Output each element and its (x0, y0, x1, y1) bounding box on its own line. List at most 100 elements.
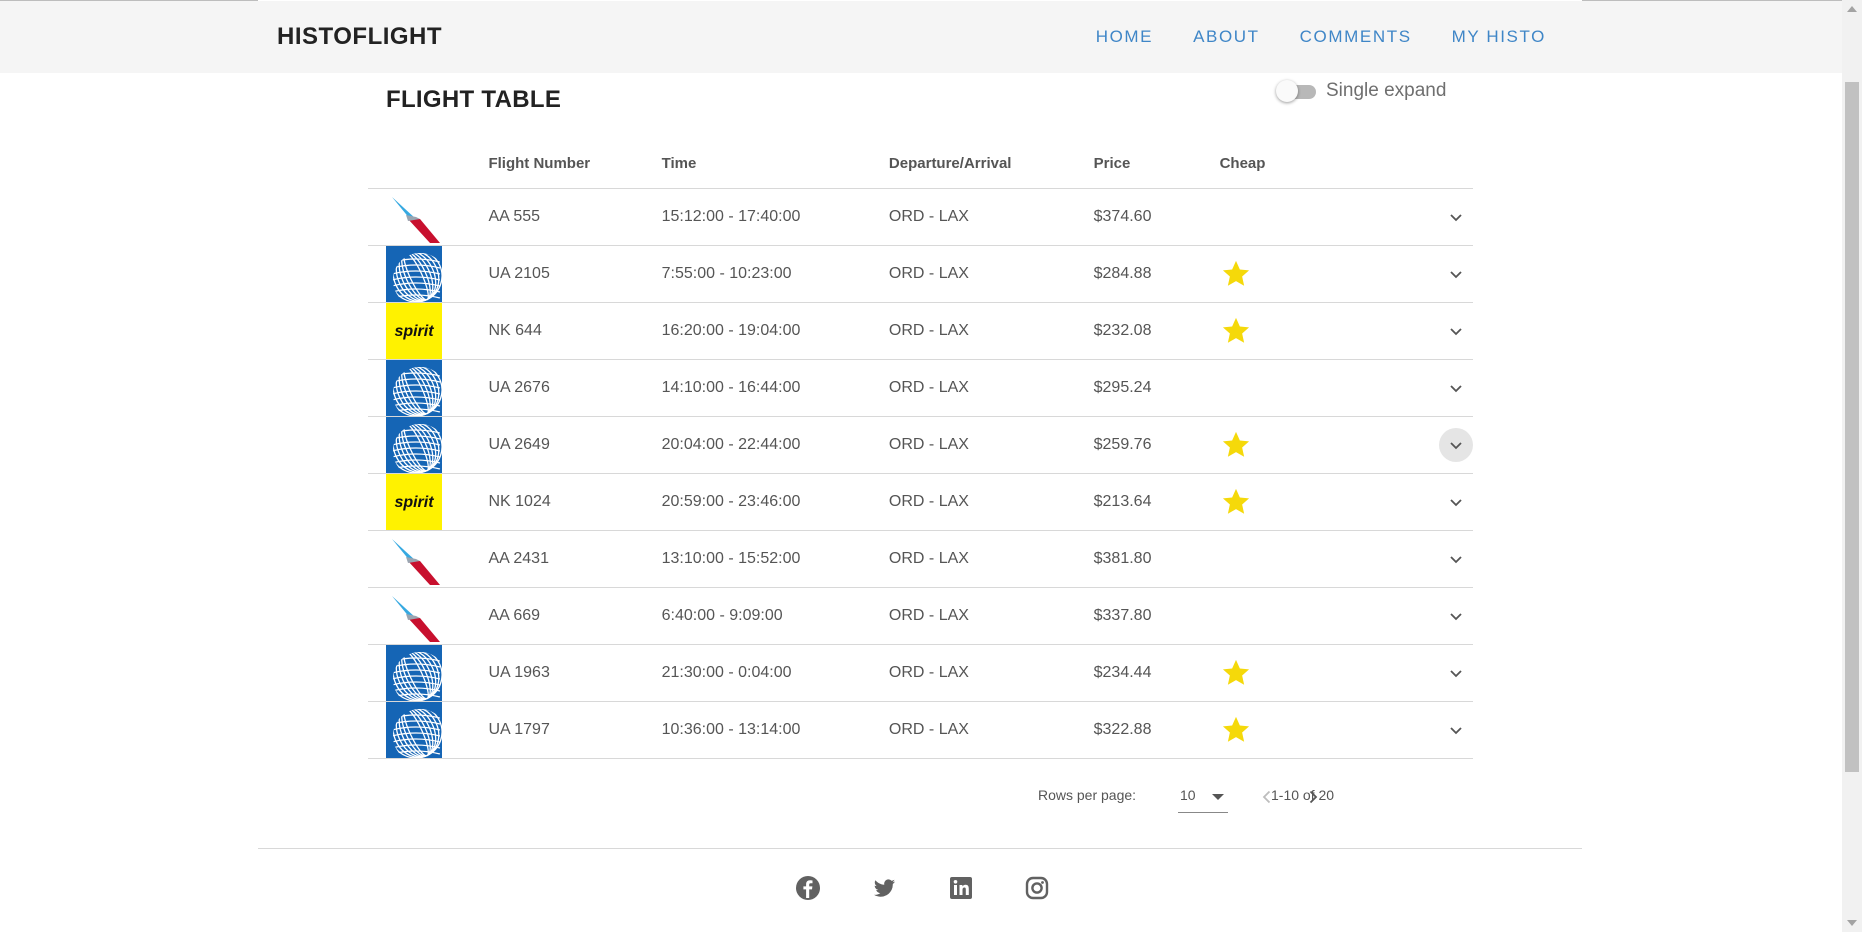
flight-number-cell: NK 1024 (488, 473, 662, 531)
table-row[interactable]: UA 2105 7:55:00 - 10:23:00 ORD - LAX $28… (368, 245, 1473, 303)
single-expand-toggle[interactable]: Single expand (1276, 80, 1456, 104)
expand-row-button[interactable] (1439, 257, 1473, 291)
expand-row-button[interactable] (1439, 485, 1473, 519)
toggle-knob (1276, 80, 1298, 102)
chevron-down-icon (1450, 670, 1462, 678)
scroll-down-icon[interactable] (1847, 920, 1857, 926)
expand-cell (1319, 530, 1473, 588)
route-cell: ORD - LAX (888, 587, 1094, 645)
column-header-logo (368, 138, 489, 189)
scroll-up-icon[interactable] (1847, 6, 1857, 12)
expand-cell (1319, 359, 1473, 417)
airline-logo-cell (368, 416, 489, 474)
route-cell: ORD - LAX (888, 188, 1094, 246)
table-row[interactable]: UA 2649 20:04:00 - 22:44:00 ORD - LAX $2… (368, 416, 1473, 474)
price-cell: $374.60 (1093, 188, 1220, 246)
time-cell: 16:20:00 - 19:04:00 (661, 302, 889, 360)
expand-row-button[interactable] (1439, 314, 1473, 348)
airline-logo-cell (368, 530, 489, 588)
price-cell: $284.88 (1093, 245, 1220, 303)
rows-per-page-select[interactable]: 10 (1178, 784, 1228, 813)
price-cell: $232.08 (1093, 302, 1220, 360)
main-nav: HOME ABOUT COMMENTS MY HISTO (1056, 27, 1546, 47)
chevron-down-icon (1450, 442, 1462, 450)
table-row[interactable]: UA 1797 10:36:00 - 13:14:00 ORD - LAX $3… (368, 701, 1473, 759)
expand-row-button[interactable] (1439, 713, 1473, 747)
airline-logo (386, 189, 442, 245)
airline-logo (386, 702, 442, 758)
nav-my-histo[interactable]: MY HISTO (1452, 27, 1546, 47)
rows-per-page-value: 10 (1180, 787, 1196, 803)
table-row[interactable]: spirit NK 644 16:20:00 - 19:04:00 ORD - … (368, 302, 1473, 360)
cheap-cell (1219, 644, 1319, 702)
expand-cell (1319, 188, 1473, 246)
facebook-link[interactable] (794, 874, 822, 902)
linkedin-icon (950, 877, 972, 899)
united-airlines-logo (386, 246, 442, 302)
column-header-price[interactable]: Price (1093, 138, 1220, 189)
column-header-cheap[interactable]: Cheap (1219, 138, 1319, 189)
nav-about[interactable]: ABOUT (1193, 27, 1260, 47)
rows-per-page-label: Rows per page: (1038, 787, 1137, 803)
star-icon (1222, 317, 1249, 343)
chevron-right-icon (1309, 790, 1318, 804)
cheap-cell (1219, 587, 1319, 645)
flight-number-cell: UA 1797 (488, 701, 662, 759)
table-row[interactable]: AA 2431 13:10:00 - 15:52:00 ORD - LAX $3… (368, 530, 1473, 588)
expand-row-button[interactable] (1439, 599, 1473, 633)
cheap-cell (1219, 416, 1319, 474)
nav-home[interactable]: HOME (1096, 27, 1153, 47)
page-scrollbar[interactable] (1842, 0, 1862, 932)
instagram-link[interactable] (1023, 874, 1051, 902)
expand-row-button[interactable] (1439, 371, 1473, 405)
cheap-cell (1219, 188, 1319, 246)
airline-logo-cell (368, 245, 489, 303)
chevron-down-icon (1450, 214, 1462, 222)
time-cell: 7:55:00 - 10:23:00 (661, 245, 889, 303)
price-cell: $337.80 (1093, 587, 1220, 645)
airline-logo: spirit (386, 474, 442, 530)
united-airlines-logo (386, 417, 442, 473)
table-row[interactable]: UA 1963 21:30:00 - 0:04:00 ORD - LAX $23… (368, 644, 1473, 702)
column-header-departure-arrival[interactable]: Departure/Arrival (888, 138, 1094, 189)
brand-logo[interactable]: HISTOFLIGHT (277, 23, 442, 51)
nav-comments[interactable]: COMMENTS (1300, 27, 1412, 47)
airline-logo-cell (368, 587, 489, 645)
linkedin-link[interactable] (947, 874, 975, 902)
scrollbar-thumb[interactable] (1845, 82, 1859, 772)
page-container: HISTOFLIGHT HOME ABOUT COMMENTS MY HISTO… (258, 0, 1582, 932)
expand-cell (1319, 416, 1473, 474)
time-cell: 13:10:00 - 15:52:00 (661, 530, 889, 588)
star-icon (1222, 659, 1249, 685)
expand-cell (1319, 701, 1473, 759)
column-header-time[interactable]: Time (661, 138, 889, 189)
star-icon (1222, 260, 1249, 286)
cheap-cell (1219, 245, 1319, 303)
airline-logo (386, 360, 442, 416)
expand-row-button[interactable] (1439, 656, 1473, 690)
expand-row-button[interactable] (1439, 200, 1473, 234)
airline-logo-cell (368, 359, 489, 417)
twitter-icon (874, 879, 895, 897)
cheap-cell (1219, 473, 1319, 531)
table-row[interactable]: spirit NK 1024 20:59:00 - 23:46:00 ORD -… (368, 473, 1473, 531)
cheap-cell (1219, 359, 1319, 417)
american-airlines-logo (386, 531, 442, 587)
table-row[interactable]: AA 669 6:40:00 - 9:09:00 ORD - LAX $337.… (368, 587, 1473, 645)
column-header-flight-number[interactable]: Flight Number (488, 138, 662, 189)
american-airlines-logo (386, 189, 442, 245)
price-cell: $234.44 (1093, 644, 1220, 702)
price-cell: $322.88 (1093, 701, 1220, 759)
footer-divider (258, 848, 1582, 849)
flight-number-cell: NK 644 (488, 302, 662, 360)
next-page-button[interactable] (1296, 780, 1330, 814)
table-row[interactable]: AA 555 15:12:00 - 17:40:00 ORD - LAX $37… (368, 188, 1473, 246)
route-cell: ORD - LAX (888, 359, 1094, 417)
expand-row-button[interactable] (1439, 542, 1473, 576)
prev-page-button[interactable] (1250, 780, 1284, 814)
twitter-link[interactable] (870, 874, 898, 902)
spirit-airlines-logo: spirit (386, 303, 442, 359)
expand-row-button[interactable] (1439, 428, 1473, 462)
airline-logo-cell (368, 644, 489, 702)
table-row[interactable]: UA 2676 14:10:00 - 16:44:00 ORD - LAX $2… (368, 359, 1473, 417)
